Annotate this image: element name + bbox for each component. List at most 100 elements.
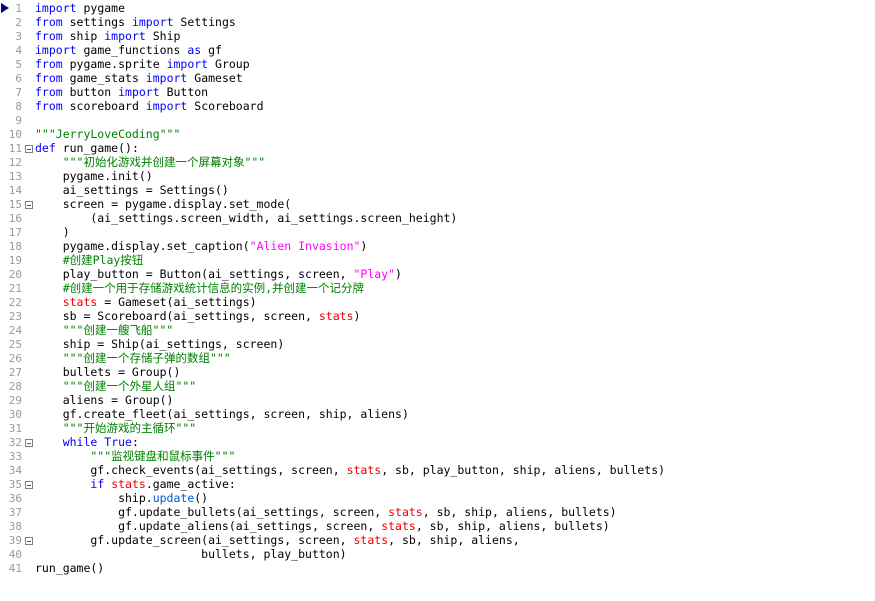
line-number: 32 [8, 436, 22, 449]
code-token-pln [35, 295, 63, 309]
line-number: 36 [8, 492, 22, 505]
code-token-pln: run_game() [35, 561, 105, 575]
code-line[interactable]: 6 from game_stats import Gameset [0, 71, 875, 85]
line-code: screen = pygame.display.set_mode( [35, 197, 292, 211]
code-line[interactable]: 29 aliens = Group() [0, 393, 875, 407]
code-token-str: "Play" [353, 267, 396, 281]
code-line[interactable]: 1 import pygame [0, 1, 875, 15]
code-lines-container[interactable]: 1 import pygame 2 from settings import Sett… [0, 0, 875, 601]
code-line[interactable]: 37 gf.update_bullets(ai_settings, screen… [0, 505, 875, 519]
code-token-pln: scoreboard [62, 99, 146, 113]
code-token-pln [35, 435, 63, 449]
code-line[interactable]: 22 stats = Gameset(ai_settings) [0, 295, 875, 309]
line-number: 27 [8, 366, 22, 379]
code-line[interactable]: 12 """初始化游戏并创建一个屏幕对象""" [0, 155, 875, 169]
code-line[interactable]: 32 while True: [0, 435, 875, 449]
code-line[interactable]: 5 from pygame.sprite import Group [0, 57, 875, 71]
code-line[interactable]: 24 """创建一艘飞船""" [0, 323, 875, 337]
line-code: def run_game(): [35, 141, 139, 155]
code-line[interactable]: 34 gf.check_events(ai_settings, screen, … [0, 463, 875, 477]
code-line[interactable]: 25 ship = Ship(ai_settings, screen) [0, 337, 875, 351]
code-line[interactable]: 33 """监视键盘和鼠标事件""" [0, 449, 875, 463]
line-number: 30 [8, 408, 22, 421]
code-line[interactable]: 20 play_button = Button(ai_settings, scr… [0, 267, 875, 281]
line-number: 12 [8, 156, 22, 169]
code-line[interactable]: 10 """JerryLoveCoding""" [0, 127, 875, 141]
fold-collapse-icon[interactable] [22, 436, 35, 450]
code-line[interactable]: 36 ship.update() [0, 491, 875, 505]
code-token-kw: from [35, 85, 63, 99]
line-code: pygame.display.set_caption("Alien Invasi… [35, 239, 368, 253]
code-line[interactable]: 7 from button import Button [0, 85, 875, 99]
code-line[interactable]: 28 """创建一个外星人组""" [0, 379, 875, 393]
code-token-kw: import [35, 43, 77, 57]
code-line[interactable]: 41 run_game() [0, 561, 875, 575]
code-token-pln: play_button = Button(ai_settings, screen… [35, 267, 354, 281]
line-number: 3 [15, 30, 22, 43]
line-number: 15 [8, 198, 22, 211]
code-line[interactable]: 16 (ai_settings.screen_width, ai_setting… [0, 211, 875, 225]
code-line[interactable]: 15 screen = pygame.display.set_mode( [0, 197, 875, 211]
code-token-kw: from [35, 29, 63, 43]
code-token-kw: def [35, 141, 56, 155]
code-token-err: stats [381, 519, 416, 533]
line-number: 8 [15, 100, 22, 113]
code-line[interactable]: 14 ai_settings = Settings() [0, 183, 875, 197]
code-line[interactable]: 31 """开始游戏的主循环""" [0, 421, 875, 435]
code-token-pln: gf.update_screen(ai_settings, screen, [35, 533, 354, 547]
fold-collapse-icon[interactable] [22, 198, 35, 212]
line-number: 14 [8, 184, 22, 197]
line-code: from pygame.sprite import Group [35, 57, 250, 71]
code-line[interactable]: 4 import game_functions as gf [0, 43, 875, 57]
code-token-doc: """创建一个外星人组""" [35, 379, 197, 393]
code-line[interactable]: 23 sb = Scoreboard(ai_settings, screen, … [0, 309, 875, 323]
code-token-pln: Group [208, 57, 250, 71]
line-code: play_button = Button(ai_settings, screen… [35, 267, 402, 281]
fold-collapse-icon[interactable] [22, 142, 35, 156]
code-line[interactable]: 13 pygame.init() [0, 169, 875, 183]
line-number: 11 [8, 142, 22, 155]
code-token-pln: gf.update_bullets(ai_settings, screen, [35, 505, 389, 519]
code-line[interactable]: 30 gf.create_fleet(ai_settings, screen, … [0, 407, 875, 421]
code-token-pln: gf [201, 43, 222, 57]
fold-box-icon [24, 201, 33, 209]
line-code: """初始化游戏并创建一个屏幕对象""" [35, 155, 266, 169]
code-line[interactable]: 3 from ship import Ship [0, 29, 875, 43]
code-token-kw: while [62, 435, 98, 449]
line-code: import game_functions as gf [35, 43, 222, 57]
line-code: ship.update() [35, 491, 208, 505]
code-editor[interactable]: 1 import pygame 2 from settings import Sett… [0, 0, 875, 601]
code-line[interactable]: 9 [0, 113, 875, 127]
line-number: 19 [8, 254, 22, 267]
line-number: 6 [15, 72, 22, 85]
code-line[interactable]: 17 ) [0, 225, 875, 239]
code-token-pln: Gameset [187, 71, 243, 85]
code-token-kw: if [90, 477, 105, 491]
code-line[interactable]: 2 from settings import Settings [0, 15, 875, 29]
code-line[interactable]: 38 gf.update_aliens(ai_settings, screen,… [0, 519, 875, 533]
code-token-kw: import [145, 71, 188, 85]
code-line[interactable]: 40 bullets, play_button) [0, 547, 875, 561]
code-token-pln: aliens = Group() [35, 393, 174, 407]
code-token-doc: """JerryLoveCoding""" [35, 127, 181, 141]
fold-collapse-icon[interactable] [22, 534, 35, 548]
line-code: """创建一个存储子弹的数组""" [35, 351, 231, 365]
code-line[interactable]: 39 gf.update_screen(ai_settings, screen,… [0, 533, 875, 547]
code-line[interactable]: 21 #创建一个用于存储游戏统计信息的实例,并创建一个记分牌 [0, 281, 875, 295]
code-token-pln: game_functions [76, 43, 188, 57]
line-code: from settings import Settings [35, 15, 236, 29]
fold-collapse-icon[interactable] [22, 478, 35, 492]
code-line[interactable]: 35 if stats.game_active: [0, 477, 875, 491]
code-line[interactable]: 27 bullets = Group() [0, 365, 875, 379]
code-line[interactable]: 19 #创建Play按钮 [0, 253, 875, 267]
code-token-pln: gf.update_aliens(ai_settings, screen, [35, 519, 382, 533]
code-token-kw: from [35, 57, 63, 71]
code-line[interactable]: 18 pygame.display.set_caption("Alien Inv… [0, 239, 875, 253]
code-line[interactable]: 11 def run_game(): [0, 141, 875, 155]
code-line[interactable]: 26 """创建一个存储子弹的数组""" [0, 351, 875, 365]
line-number: 39 [8, 534, 22, 547]
code-line[interactable]: 8 from scoreboard import Scoreboard [0, 99, 875, 113]
code-token-pln: ) [360, 239, 368, 253]
code-token-err: stats [388, 505, 423, 519]
line-number: 9 [15, 114, 22, 127]
